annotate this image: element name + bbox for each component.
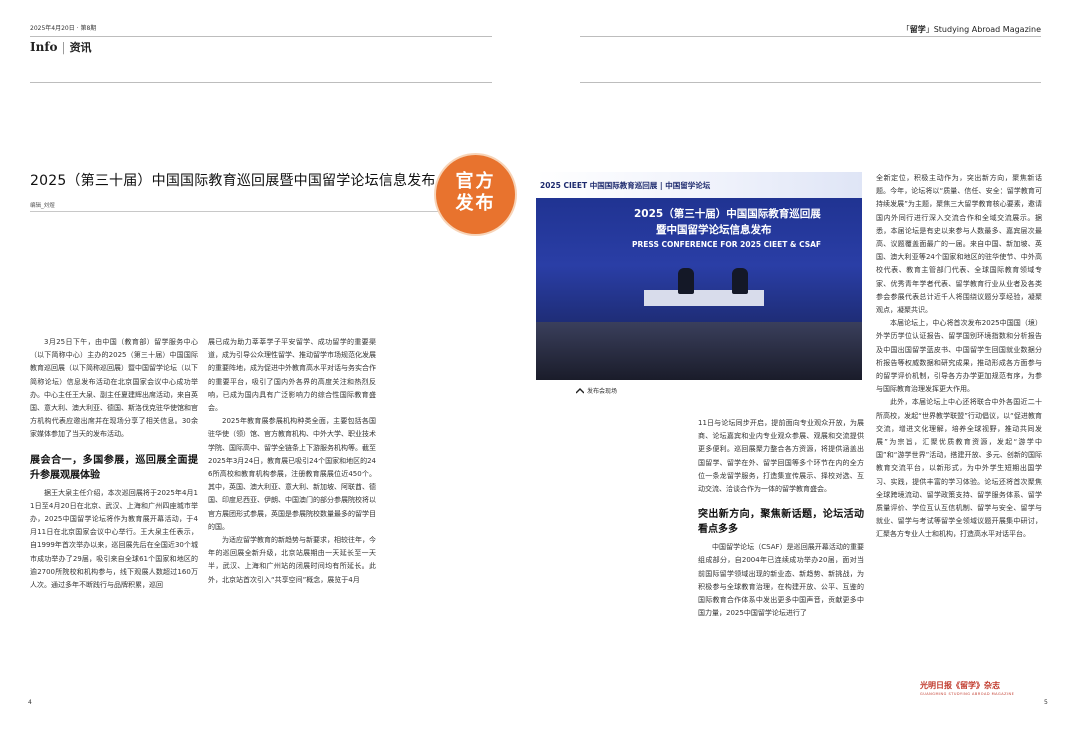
photo-backdrop-title-en: PRESS CONFERENCE FOR 2025 CIEET & CSAF	[632, 240, 822, 249]
photo-caption-text: 发布会现场	[587, 388, 618, 395]
photo-backdrop-title-2: 暨中国留学论坛信息发布	[656, 224, 772, 236]
article-editor: 编辑_刘煜	[30, 203, 55, 209]
badge-line-2: 发布	[455, 193, 496, 214]
section-label: Info | 资讯	[30, 39, 92, 55]
paragraph: 11日与论坛同步开启，提前面向专业观众开放，为展商、论坛嘉宾和业内专业观众参展、…	[698, 419, 864, 494]
column-1: 3月25日下午，由中国（教育部）留学服务中心（以下简称中心）主办的2025（第三…	[30, 336, 198, 592]
divider-right	[580, 82, 1041, 83]
column-3: 11日与论坛同步开启，提前面向专业观众开放，为展商、论坛嘉宾和业内专业观众参展、…	[698, 417, 864, 620]
photo-audience	[536, 322, 862, 380]
paragraph: 本届论坛上，中心将首次发布2025中国国（境）外学历学位认证报告、留学国别环境指…	[876, 319, 1042, 394]
header-date: 2025年4月20日 · 第8期	[30, 25, 97, 32]
divider-left	[30, 82, 492, 83]
section-separator: |	[61, 40, 66, 54]
paragraph: 为适应留学教育的新趋势与新要求，相较往年，今年的巡回展全新升级，北京站展期由一天…	[208, 536, 376, 584]
column-4: 全新定位，积极主动作为，突出新方向，聚焦新话题。今年，论坛将以“质量、信任、安全…	[876, 172, 1042, 542]
section-label-zh: 资讯	[69, 41, 92, 54]
magazine-name-en: Studying Abroad Magazine	[933, 25, 1041, 34]
page-number-left: 4	[28, 699, 32, 706]
paragraph: 据王大泉主任介绍，本次巡回展将于2025年4月11日至4月20日在北京、武汉、上…	[30, 488, 198, 590]
official-release-badge: 官方 发布	[436, 155, 515, 234]
photo-speaker	[732, 268, 748, 294]
press-conference-photo: 2025 CIEET 中国国际教育巡回展 | 中国留学论坛 2025（第三十届）…	[536, 172, 862, 380]
photo-caption: 发布会现场	[576, 386, 617, 395]
chevron-up-icon	[576, 388, 584, 394]
paragraph: 3月25日下午，由中国（教育部）留学服务中心（以下简称中心）主办的2025（第三…	[30, 338, 198, 439]
magazine-logo: 光明日报《留学》杂志	[920, 680, 1000, 690]
photo-banner-text: 2025 CIEET 中国国际教育巡回展 | 中国留学论坛	[540, 181, 711, 190]
column-2: 展已成为助力莘莘学子平安留学、成功留学的重要渠道，成为引导公众理性留学、推动留学…	[208, 336, 376, 587]
photo-speaker	[678, 268, 694, 294]
page-number-right: 5	[1044, 699, 1048, 706]
photo-backdrop-title-1: 2025（第三十届）中国国际教育巡回展	[634, 208, 821, 220]
subheading: 展会合一，多国参展，巡回展全面提升参展观展体验	[30, 454, 198, 481]
magazine-name: 「留学」Studying Abroad Magazine	[901, 25, 1041, 34]
article-title: 2025（第三十届）中国国际教育巡回展暨中国留学论坛信息发布	[30, 173, 436, 189]
section-label-en: Info	[30, 40, 58, 54]
header-rule-left	[30, 36, 492, 37]
paragraph: 此外，本届论坛上中心还将联合中外各国近二十所高校，发起“世界教学联盟”行动倡议，…	[876, 398, 1042, 539]
magazine-logo-sub: GUANGMING STUDYING ABROAD MAGAZINE	[920, 692, 1015, 696]
paragraph: 全新定位，积极主动作为，突出新方向，聚焦新话题。今年，论坛将以“质量、信任、安全…	[876, 174, 1042, 315]
header-rule-right	[580, 36, 1041, 37]
paragraph: 中国留学论坛（CSAF）是巡回展开幕活动的重要组成部分，自2004年已连续成功举…	[698, 543, 864, 618]
badge-line-1: 官方	[455, 171, 496, 192]
subheading: 突出新方向，聚焦新话题，论坛活动看点多多	[698, 509, 864, 536]
paragraph: 展已成为助力莘莘学子平安留学、成功留学的重要渠道，成为引导公众理性留学、推动留学…	[208, 338, 376, 413]
paragraph: 2025年教育展参展机构种类全面，主要包括各国驻华使（领）馆、官方教育机构、中外…	[208, 417, 376, 531]
magazine-bracket: 留学	[909, 25, 926, 34]
